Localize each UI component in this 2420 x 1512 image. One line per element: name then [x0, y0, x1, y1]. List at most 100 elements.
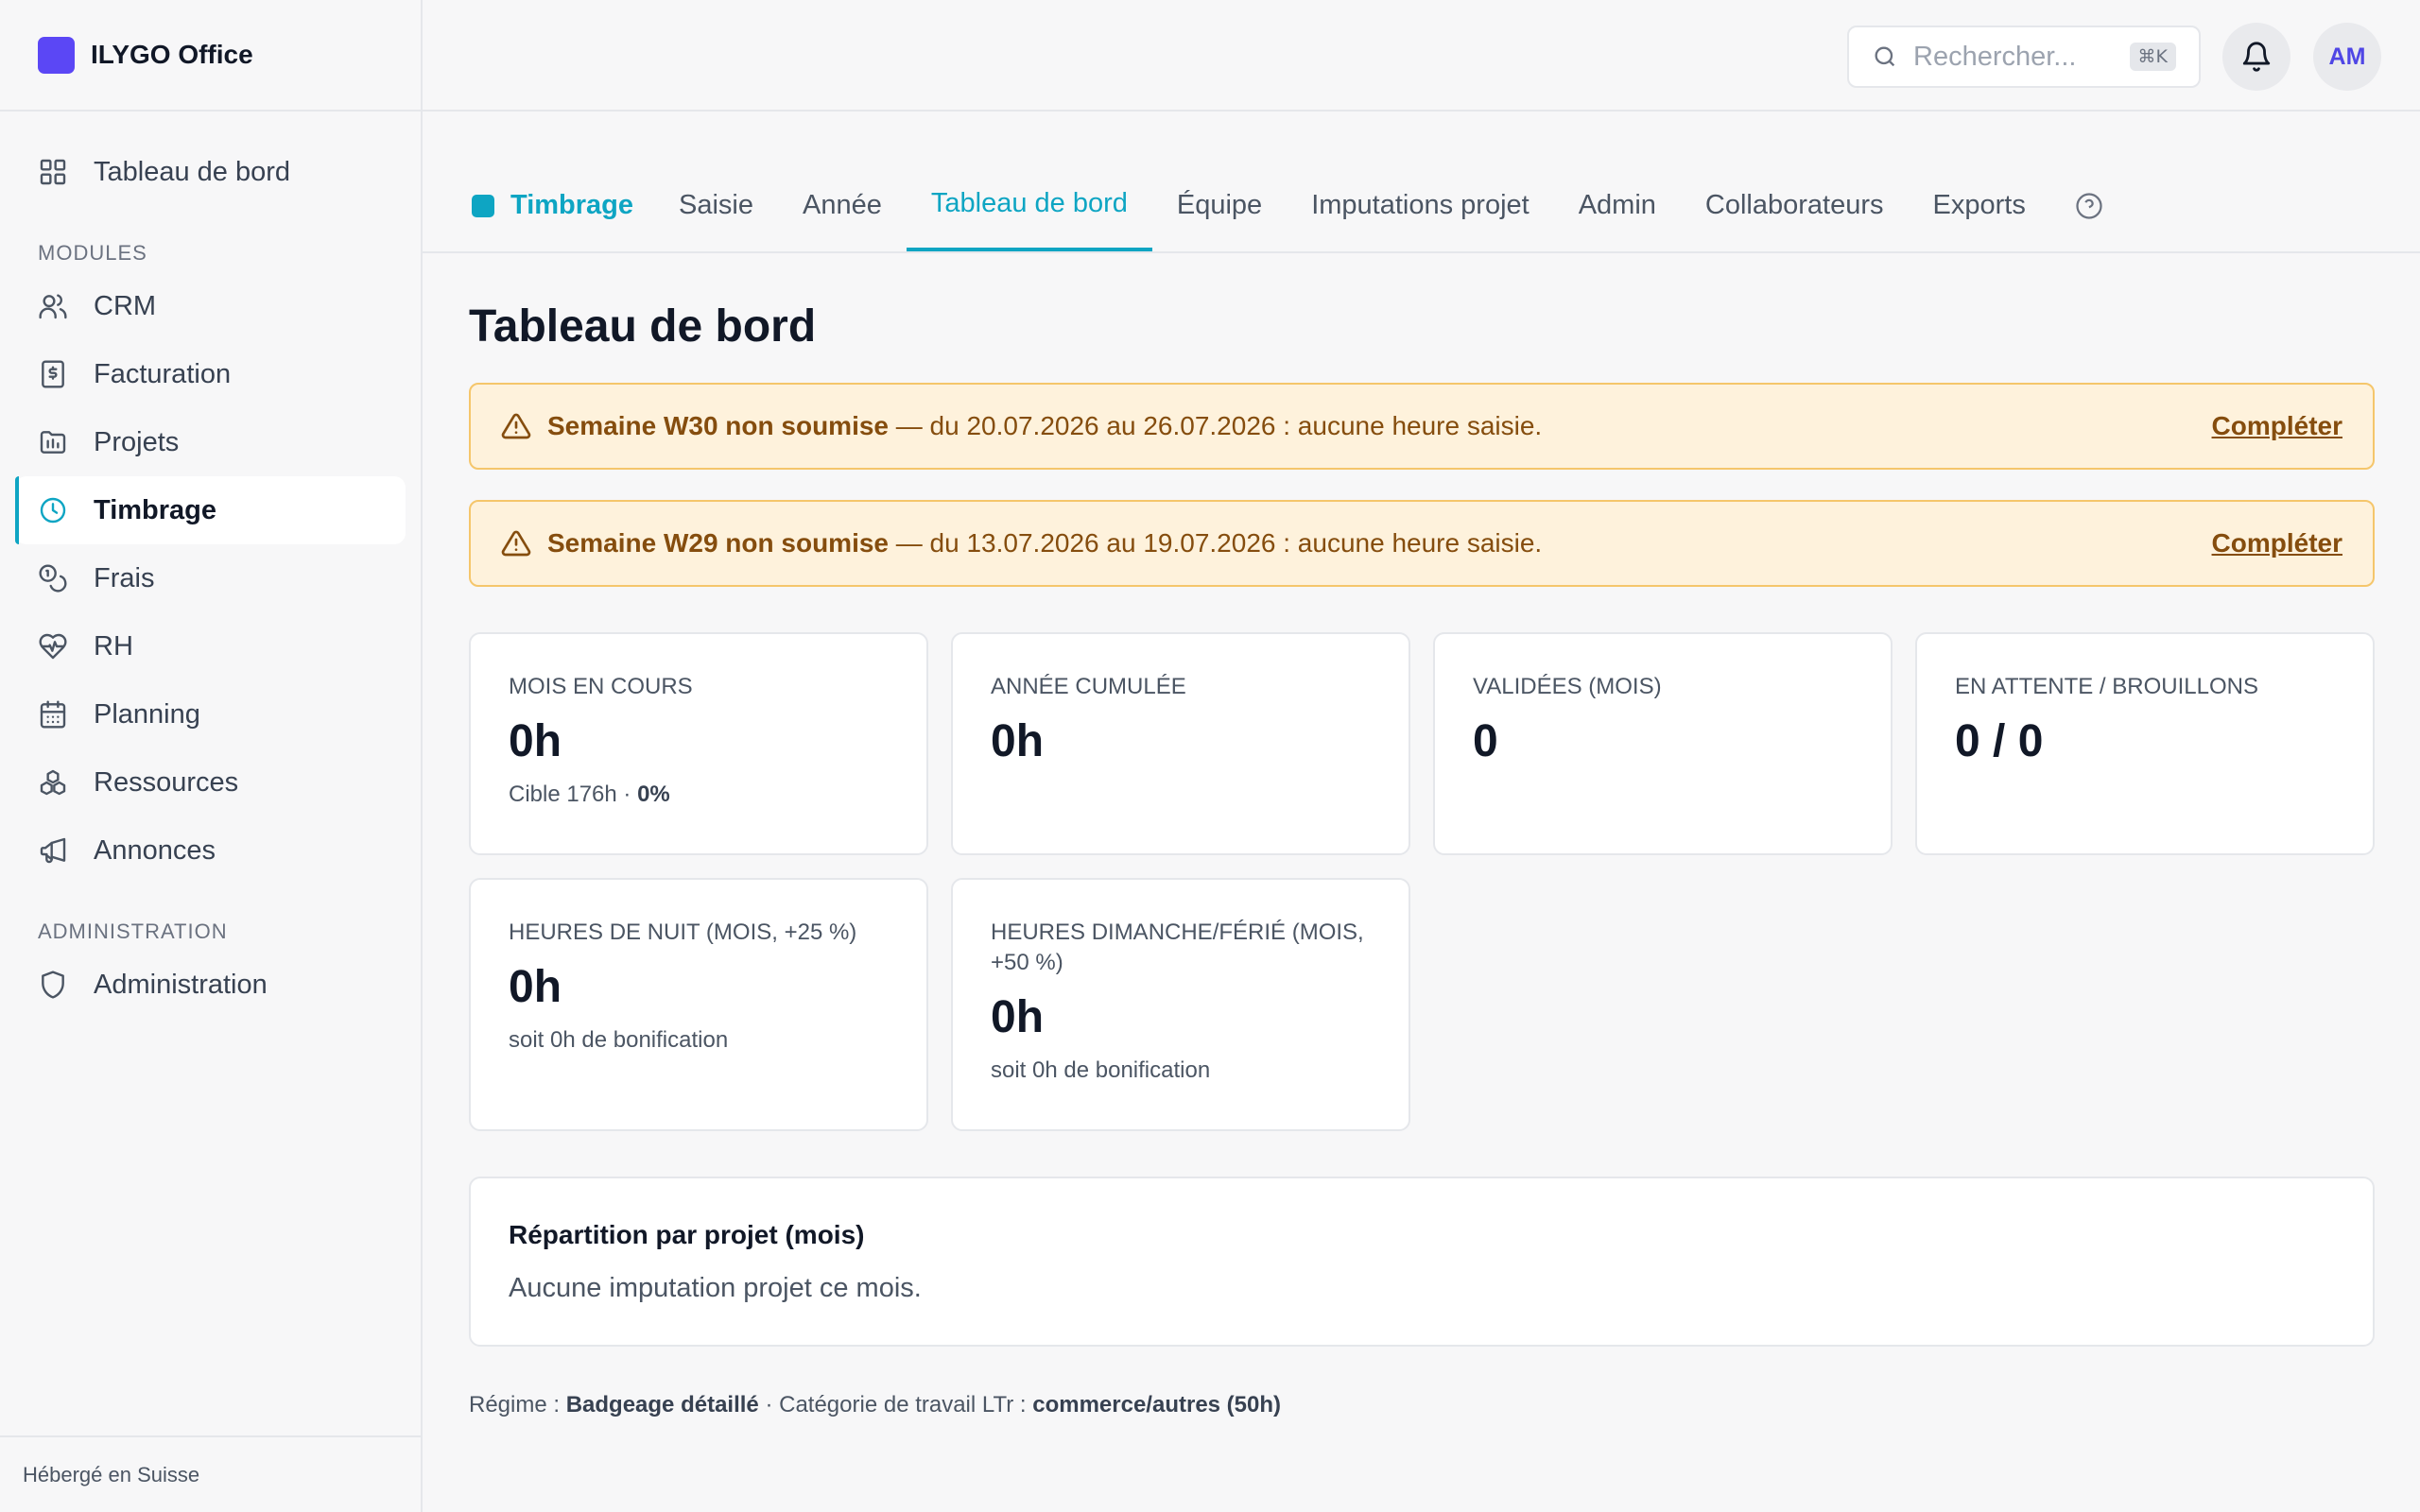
regime-info: Régime : Badgeage détaillé · Catégorie d… — [469, 1392, 2375, 1418]
card-label: VALIDÉES (MOIS) — [1473, 674, 1662, 699]
card-value: 0 — [1473, 716, 1498, 766]
card-year-cumulative: ANNÉE CUMULÉE 0h — [951, 632, 1410, 855]
sidebar-item-label: Ressources — [94, 766, 239, 798]
alert-title: Semaine W30 non soumise — [547, 411, 889, 440]
card-label: HEURES DIMANCHE/FÉRIÉ (MOIS, +50 %) — [991, 919, 1364, 975]
target-text: Cible 176h · — [509, 782, 638, 807]
sidebar-item-label: Projets — [94, 426, 180, 457]
regime-value: Badgeage détaillé — [565, 1392, 759, 1418]
search-shortcut: ⌘K — [2129, 43, 2176, 71]
sidebar-item-annonces[interactable]: Annonces — [15, 816, 406, 885]
tab-equipe[interactable]: Équipe — [1152, 177, 1287, 251]
tab-module-timbrage[interactable]: Timbrage — [447, 177, 654, 251]
stats-cards: MOIS EN COURS 0h Cible 176h · 0% ANNÉE C… — [469, 632, 2375, 1131]
sidebar-item-label: Planning — [94, 698, 200, 730]
tab-admin[interactable]: Admin — [1554, 177, 1681, 251]
card-pending-drafts: EN ATTENTE / BROUILLONS 0 / 0 — [1915, 632, 2375, 855]
heart-pulse-icon — [38, 631, 68, 662]
complete-week-link[interactable]: Compléter — [2212, 411, 2342, 441]
topbar: Rechercher... ⌘K AM — [423, 0, 2420, 112]
shield-icon — [38, 970, 68, 1000]
sidebar-item-crm[interactable]: CRM — [15, 272, 406, 340]
card-label: EN ATTENTE / BROUILLONS — [1955, 674, 2258, 699]
alert-detail: — du 13.07.2026 au 19.07.2026 : aucune h… — [889, 528, 1543, 558]
sidebar-nav: Tableau de bord MODULES CRM Facturation … — [0, 138, 421, 1019]
section-title-modules: MODULES — [38, 241, 147, 265]
alert-text: Semaine W29 non soumise — du 13.07.2026 … — [547, 528, 1542, 558]
tab-annee[interactable]: Année — [778, 177, 907, 251]
card-night-hours: HEURES DE NUIT (MOIS, +25 %) 0h soit 0h … — [469, 878, 928, 1131]
sidebar-item-label: RH — [94, 630, 133, 662]
alert-detail: — du 20.07.2026 au 26.07.2026 : aucune h… — [889, 411, 1543, 440]
help-button[interactable] — [2050, 177, 2128, 251]
sidebar-item-label: Timbrage — [94, 494, 217, 525]
sidebar-item-label: Administration — [94, 969, 268, 1000]
regime-label: Régime : — [469, 1392, 566, 1418]
page-title: Tableau de bord — [469, 301, 817, 352]
sidebar-item-ressources[interactable]: Ressources — [15, 748, 406, 816]
megaphone-icon — [38, 835, 68, 866]
card-value: 0h — [509, 962, 562, 1012]
search-icon — [1872, 43, 1898, 70]
tab-label: Timbrage — [510, 190, 634, 220]
app-name: ILYGO Office — [91, 40, 253, 69]
category-value: commerce/autres (50h) — [1032, 1392, 1282, 1418]
coins-icon — [38, 563, 68, 593]
card-value: 0h — [509, 716, 562, 766]
target-percent: 0% — [637, 782, 670, 807]
sidebar-item-label: Frais — [94, 562, 155, 593]
sidebar-item-label: Tableau de bord — [94, 156, 290, 187]
boxes-icon — [38, 767, 68, 798]
sidebar-footer: Hébergé en Suisse — [0, 1435, 421, 1512]
bell-icon — [2240, 41, 2273, 73]
tab-imputations-projet[interactable]: Imputations projet — [1287, 177, 1554, 251]
section-title-administration: ADMINISTRATION — [38, 919, 228, 943]
sidebar-item-label: Annonces — [94, 834, 216, 866]
card-label: HEURES DE NUIT (MOIS, +25 %) — [509, 919, 857, 945]
card-subtext: soit 0h de bonification — [509, 1027, 729, 1053]
alert-title: Semaine W29 non soumise — [547, 528, 889, 558]
card-validated-month: VALIDÉES (MOIS) 0 — [1433, 632, 1893, 855]
search-placeholder: Rechercher... — [1913, 41, 2077, 72]
tab-saisie[interactable]: Saisie — [654, 177, 778, 251]
card-subtext: soit 0h de bonification — [991, 1057, 1211, 1083]
sidebar: ILYGO Office Tableau de bord MODULES CRM… — [0, 0, 423, 1512]
sidebar-item-frais[interactable]: Frais — [15, 544, 406, 612]
grid-icon — [38, 157, 68, 187]
tab-tableau-de-bord[interactable]: Tableau de bord — [906, 177, 1152, 251]
sidebar-item-rh[interactable]: RH — [15, 612, 406, 680]
invoice-icon — [38, 359, 68, 389]
category-label: · Catégorie de travail LTr : — [758, 1392, 1033, 1418]
folder-icon — [38, 427, 68, 457]
sidebar-item-planning[interactable]: Planning — [15, 680, 406, 748]
sidebar-item-label: CRM — [94, 290, 157, 321]
avatar[interactable]: AM — [2313, 23, 2381, 91]
sidebar-item-label: Facturation — [94, 358, 232, 389]
card-value: 0h — [991, 992, 1045, 1042]
alert-text: Semaine W30 non soumise — du 20.07.2026 … — [547, 411, 1542, 441]
help-icon — [2075, 192, 2103, 220]
brand[interactable]: ILYGO Office — [0, 0, 421, 112]
card-value: 0h — [991, 716, 1045, 766]
sidebar-item-projets[interactable]: Projets — [15, 408, 406, 476]
sidebar-item-dashboard[interactable]: Tableau de bord — [15, 138, 406, 206]
card-sunday-holiday-hours: HEURES DIMANCHE/FÉRIÉ (MOIS, +50 %) 0h s… — [951, 878, 1410, 1131]
alert-week-w30: Semaine W30 non soumise — du 20.07.2026 … — [469, 383, 2375, 470]
sidebar-item-administration[interactable]: Administration — [15, 951, 406, 1019]
sidebar-item-facturation[interactable]: Facturation — [15, 340, 406, 408]
warning-icon — [501, 528, 547, 558]
complete-week-link[interactable]: Compléter — [2212, 528, 2342, 558]
app-logo — [38, 36, 75, 74]
card-value: 0 / 0 — [1955, 716, 2044, 766]
project-breakdown-panel: Répartition par projet (mois) Aucune imp… — [469, 1177, 2375, 1347]
clock-icon — [38, 495, 68, 525]
panel-title: Répartition par projet (mois) — [509, 1220, 865, 1249]
tab-exports[interactable]: Exports — [1909, 177, 2050, 251]
module-color-dot — [472, 194, 494, 217]
tab-collaborateurs[interactable]: Collaborateurs — [1681, 177, 1909, 251]
alert-week-w29: Semaine W29 non soumise — du 13.07.2026 … — [469, 500, 2375, 587]
notifications-button[interactable] — [2222, 23, 2290, 91]
sidebar-item-timbrage[interactable]: Timbrage — [15, 476, 406, 544]
search-input[interactable]: Rechercher... ⌘K — [1847, 26, 2201, 88]
card-subtext: Cible 176h · 0% — [509, 782, 889, 808]
